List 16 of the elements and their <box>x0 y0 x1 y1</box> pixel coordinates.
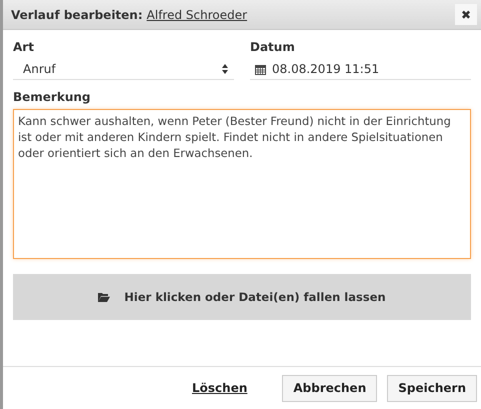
delete-link[interactable]: Löschen <box>192 381 248 395</box>
field-label: Datum <box>250 40 295 54</box>
dialog-title: Verlauf bearbeiten: <box>11 8 143 22</box>
date-field[interactable]: 08.08.2019 11:51 <box>250 59 471 80</box>
type-select[interactable]: Anruf <box>13 59 234 80</box>
field-label: Bemerkung <box>13 90 91 104</box>
dialog-button[interactable]: Speichern <box>387 374 477 402</box>
calendar-icon <box>255 64 266 74</box>
remark-field[interactable]: Kann schwer aushalten, wenn Peter (Bester Freund) nicht in der Einrichtung ist oder mit anderen Kindern spielt. Findet nicht in andere Spielsituationen oder orientiert sich an den Erwachsenen. <box>13 109 471 259</box>
folder-icon <box>98 292 110 302</box>
file-drop-zone[interactable]: Hier klicken oder Datei(en) fallen lassen <box>13 274 471 320</box>
name-link[interactable]: Alfred Schroeder <box>146 8 248 22</box>
close-button[interactable]: ✖ <box>455 4 477 25</box>
field-label: Art <box>13 40 34 54</box>
dialog-button[interactable]: Abbrechen <box>282 374 378 402</box>
sort-arrows-icon <box>222 64 228 74</box>
